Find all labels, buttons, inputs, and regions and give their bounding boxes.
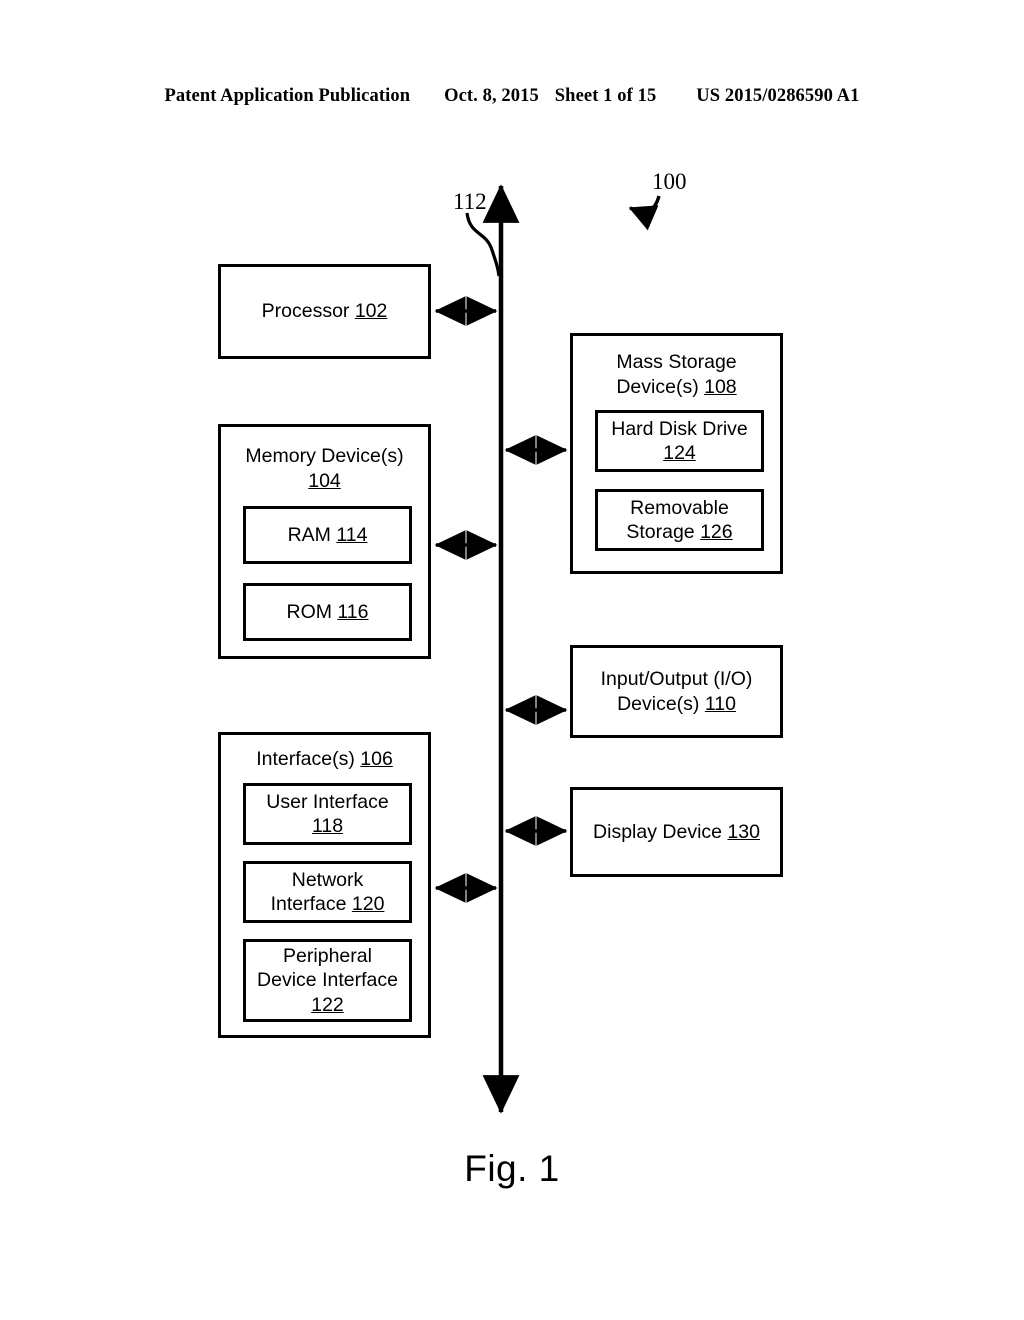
block-processor-label: Processor 102 xyxy=(258,299,392,324)
block-ram-label: RAM 114 xyxy=(288,523,368,548)
block-display-device-label: Display Device 130 xyxy=(589,820,764,845)
block-processor-ref: 102 xyxy=(354,300,388,323)
figure-caption: Fig. 1 xyxy=(464,1148,560,1189)
figure-lines-svg xyxy=(434,184,661,1114)
block-ram-title: RAM xyxy=(287,523,337,546)
block-mass-storage-ref: 108 xyxy=(704,375,737,398)
system-ref-leader-arrow xyxy=(628,195,661,231)
block-display-device-ref: 130 xyxy=(727,820,760,843)
block-mass-storage-label: Mass Storage Device(s) 108 xyxy=(612,350,740,399)
block-ram: RAM 114 xyxy=(243,506,412,564)
block-user-interface-ref: 118 xyxy=(311,815,344,837)
block-display-device-title: Display Device xyxy=(593,820,728,843)
block-rom-ref: 116 xyxy=(337,600,369,623)
patent-figure: 100 112 Processor 102 Memory Device(s) 1… xyxy=(0,0,1024,1320)
block-hard-disk-drive-ref: 124 xyxy=(663,442,696,464)
block-mass-storage: Mass Storage Device(s) 108 Hard Disk Dri… xyxy=(570,333,783,574)
block-hard-disk-drive: Hard Disk Drive 124 xyxy=(595,410,764,472)
block-memory-title: Memory Device(s) xyxy=(245,445,404,467)
block-interfaces-label: Interface(s) 106 xyxy=(252,747,397,772)
block-interfaces-ref: 106 xyxy=(360,748,393,770)
bus-ref-112: 112 xyxy=(453,189,487,214)
block-rom-title: ROM xyxy=(286,600,338,623)
block-interfaces-title: Interface(s) xyxy=(256,748,361,770)
block-removable-storage-ref: 126 xyxy=(700,521,733,543)
system-ref-100: 100 xyxy=(652,169,687,194)
block-memory: Memory Device(s) 104 RAM 114 ROM 116 xyxy=(218,424,431,659)
block-io-devices-ref: 110 xyxy=(704,692,736,715)
block-processor: Processor 102 xyxy=(218,264,431,359)
block-display-device: Display Device 130 xyxy=(570,787,783,877)
block-hard-disk-drive-title: Hard Disk Drive xyxy=(611,417,748,440)
block-network-interface-title: Network Interface xyxy=(270,868,364,916)
block-io-devices: Input/Output (I/O) Device(s) 110 xyxy=(570,645,783,738)
block-peripheral-device-interface-label: Peripheral Device Interface 122 xyxy=(257,944,398,1018)
block-io-devices-label: Input/Output (I/O) Device(s) 110 xyxy=(597,667,757,716)
block-peripheral-device-interface-title: Peripheral Device Interface xyxy=(257,944,398,992)
block-peripheral-device-interface-ref: 122 xyxy=(311,993,344,1016)
block-network-interface: Network Interface 120 xyxy=(243,861,412,923)
block-network-interface-ref: 120 xyxy=(351,893,385,915)
block-network-interface-label: Network Interface 120 xyxy=(271,868,385,917)
block-processor-title: Processor xyxy=(261,300,355,323)
block-user-interface-label: User Interface 118 xyxy=(266,790,388,839)
block-ram-ref: 114 xyxy=(336,523,368,546)
block-hard-disk-drive-label: Hard Disk Drive 124 xyxy=(611,417,748,466)
block-rom-label: ROM 116 xyxy=(286,600,368,625)
block-memory-ref: 104 xyxy=(308,469,341,492)
block-removable-storage-label: Removable Storage 126 xyxy=(626,496,732,545)
block-interfaces: Interface(s) 106 User Interface 118 Netw… xyxy=(218,732,431,1038)
block-user-interface-title: User Interface xyxy=(266,790,389,813)
block-memory-label: Memory Device(s) 104 xyxy=(241,444,407,493)
block-rom: ROM 116 xyxy=(243,583,412,641)
block-user-interface: User Interface 118 xyxy=(243,783,412,845)
bus-ref-leader-line xyxy=(465,212,501,277)
block-peripheral-device-interface: Peripheral Device Interface 122 xyxy=(243,939,412,1022)
block-removable-storage: Removable Storage 126 xyxy=(595,489,764,551)
